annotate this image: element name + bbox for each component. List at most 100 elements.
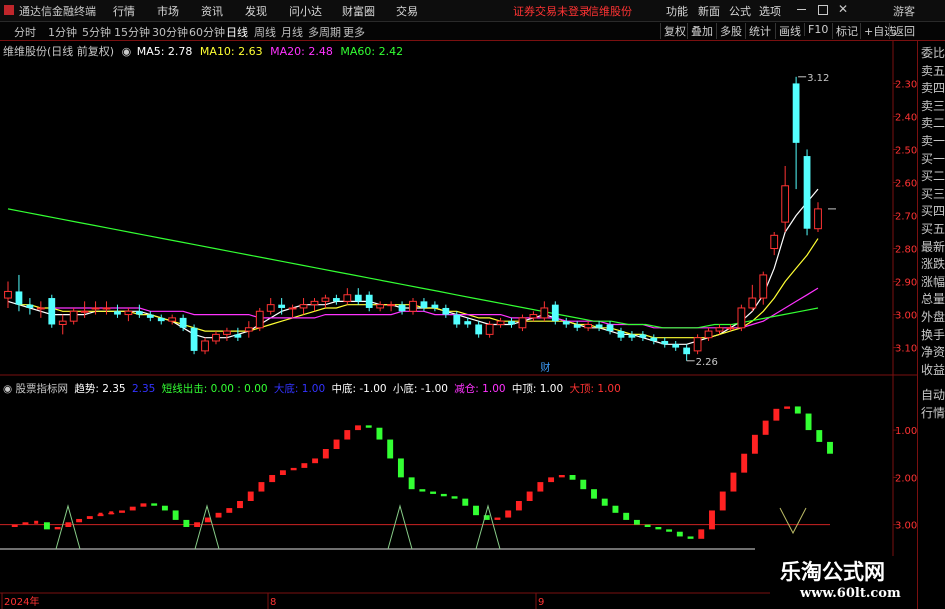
- chart-canvas[interactable]: 3.10 3.00 2.90 2.80 2.70 2.60 2.50 2.40 2.30 3.12…: [0, 0, 917, 609]
- price-tick-label: 2.30: [895, 79, 917, 90]
- candle-body-down: [114, 311, 121, 315]
- candle-body-up: [715, 327, 724, 332]
- candle-body-down: [628, 334, 636, 338]
- candle-body-down: [464, 321, 472, 325]
- candle-body-down: [650, 337, 658, 341]
- candle-body-up: [584, 323, 593, 329]
- candle-body-up: [310, 300, 319, 306]
- indicator-tick-label: 1.00: [895, 426, 917, 437]
- candle-body-down: [420, 301, 428, 308]
- price-tick-label: 2.80: [895, 245, 917, 256]
- side-item[interactable]: 涨幅: [921, 273, 945, 290]
- candle-body-down: [442, 307, 450, 315]
- side-item[interactable]: 委比: [921, 44, 945, 61]
- candle-body-up: [781, 185, 790, 223]
- candle-body-up: [737, 307, 746, 329]
- candle-body-up: [288, 307, 297, 310]
- candle-body-up: [102, 307, 111, 310]
- candle-body-up: [36, 307, 45, 310]
- candle-body-down: [573, 324, 581, 328]
- candle-body-up: [770, 234, 779, 250]
- candle-body-up: [704, 330, 713, 339]
- candle-body-down: [146, 314, 154, 318]
- candle-body-up: [518, 317, 527, 329]
- candle-body-up: [693, 337, 702, 352]
- side-item[interactable]: 外盘: [921, 308, 945, 325]
- side-item[interactable]: 换手: [921, 326, 945, 343]
- quote-side-panel: 委比 卖五 卖四 卖三 卖二 卖一 买一 买二 买三 买四 买五 最新 涨跌 涨幅 总量 外盘 换手 净资 收益 自…: [917, 41, 945, 609]
- candle-body-down: [157, 317, 165, 322]
- candle-body-down: [26, 304, 34, 308]
- candle-body-up: [168, 317, 177, 322]
- top-signal-triangle: [779, 507, 807, 535]
- candle-body-down: [365, 294, 373, 308]
- trend-segment-flat: [109, 511, 114, 515]
- side-tab-quote[interactable]: 行情: [921, 404, 945, 421]
- watermark-url: www.60lt.com: [800, 586, 901, 601]
- candle-body-up: [69, 310, 78, 322]
- candle-body-down: [398, 304, 406, 312]
- candle-body-down: [562, 321, 570, 325]
- candle-body-down: [606, 324, 614, 332]
- candle-body-up: [244, 327, 253, 332]
- side-item[interactable]: 净资: [921, 343, 945, 360]
- candle-body-up: [212, 333, 220, 342]
- candle-body-down: [595, 324, 603, 328]
- side-item[interactable]: 卖一: [921, 132, 945, 149]
- price-tick-label: 2.70: [895, 212, 917, 223]
- candle-body-up: [485, 323, 494, 335]
- side-item[interactable]: 卖二: [921, 114, 945, 131]
- indicator-tick-label: 2.00: [895, 473, 917, 484]
- side-item[interactable]: 最新: [921, 238, 945, 255]
- candle-body-down: [803, 156, 811, 229]
- indicator-tick-label: 3.00: [895, 521, 917, 532]
- price-tick-label: 2.60: [895, 178, 917, 189]
- side-item[interactable]: 买三: [921, 185, 945, 202]
- price-tick-label: 2.40: [895, 112, 917, 123]
- candle-body-up: [299, 304, 308, 309]
- time-label: 9: [538, 597, 544, 608]
- candle-body-down: [551, 304, 559, 322]
- candle-body-down: [48, 298, 56, 325]
- side-item[interactable]: 买一: [921, 150, 945, 167]
- candle-body-up: [223, 330, 231, 335]
- price-tick-label: 2.90: [895, 278, 917, 289]
- candle-body-down: [475, 324, 483, 335]
- side-item[interactable]: 买四: [921, 202, 945, 219]
- candle-body-up: [321, 297, 330, 302]
- price-tick-label: 2.50: [895, 145, 917, 156]
- ma-line-ma5: [7, 188, 819, 345]
- side-item[interactable]: 涨跌: [921, 255, 945, 272]
- candle-body-up: [201, 340, 209, 352]
- side-item[interactable]: 卖五: [921, 62, 945, 79]
- side-tab-auto[interactable]: 自动: [921, 386, 945, 403]
- candle-body-up: [409, 300, 417, 312]
- high-marker-label: 3.12: [807, 73, 829, 84]
- candle-body-down: [792, 83, 800, 143]
- candle-body-down: [683, 347, 691, 355]
- finance-marker[interactable]: 财: [540, 361, 550, 374]
- side-item[interactable]: 买五: [921, 220, 945, 237]
- side-item[interactable]: 买二: [921, 167, 945, 184]
- bottom-signal-triangle: [194, 504, 220, 550]
- price-tick-label: 3.10: [895, 344, 917, 355]
- candle-body-up: [91, 307, 100, 310]
- low-marker-label: 2.26: [696, 357, 718, 368]
- candle-body-down: [332, 298, 340, 302]
- candle-body-up: [726, 327, 735, 330]
- candle-body-up: [540, 307, 549, 319]
- candle-body-up: [343, 294, 352, 302]
- bottom-signal-triangle: [387, 504, 413, 550]
- candle-body-down: [661, 340, 669, 345]
- candle-body-down: [672, 344, 680, 348]
- candle-body-up: [529, 314, 538, 319]
- side-item[interactable]: 卖四: [921, 79, 945, 96]
- trend-segment-flat: [34, 520, 39, 524]
- side-item[interactable]: 收益: [921, 361, 945, 378]
- side-item[interactable]: 总量: [921, 290, 945, 307]
- watermark-title: 乐淘公式网: [780, 560, 885, 584]
- side-item[interactable]: 卖三: [921, 97, 945, 114]
- candle-body-down: [354, 294, 362, 302]
- candle-body-up: [759, 274, 768, 299]
- candle-body-up: [387, 304, 396, 307]
